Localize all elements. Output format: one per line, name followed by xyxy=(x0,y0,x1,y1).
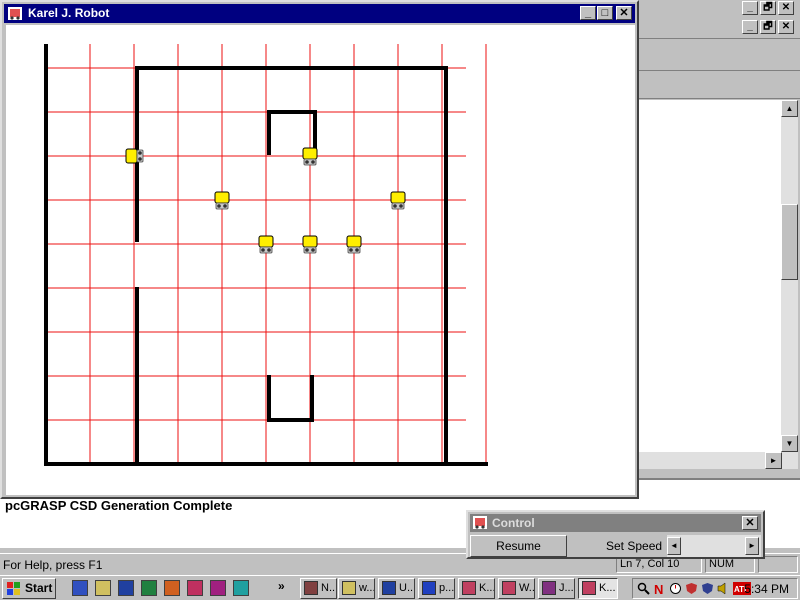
desktop-icon[interactable] xyxy=(72,580,88,596)
taskbar: Start » N... w... U... p... K... W... J... K...… xyxy=(0,575,800,600)
search-icon[interactable] xyxy=(637,582,650,595)
system-tray: N ATI 5:34 PM xyxy=(632,578,798,599)
shield-icon[interactable] xyxy=(701,582,714,595)
ide-frame-controls: _ 🗗 ✕ xyxy=(742,1,794,15)
task-label: K... xyxy=(599,582,616,594)
ide-divider xyxy=(638,38,800,39)
robot xyxy=(258,235,274,254)
resume-button[interactable]: Resume xyxy=(470,535,567,557)
publisher-icon[interactable] xyxy=(210,580,226,596)
output-message: pcGRASP CSD Generation Complete xyxy=(5,498,233,513)
karel-minimize-button[interactable]: _ xyxy=(580,6,596,20)
scroll-up-button[interactable]: ▲ xyxy=(781,100,798,117)
karel-world-canvas xyxy=(6,23,635,495)
speed-label: Set Speed xyxy=(606,539,663,553)
doc-minimize-button[interactable]: _ xyxy=(742,20,758,34)
task-label: W... xyxy=(519,582,535,594)
doc-close-button[interactable]: ✕ xyxy=(778,20,794,34)
robot xyxy=(302,147,318,166)
taskbar-button[interactable]: U... xyxy=(378,578,415,599)
editor-horizontal-scrollbar[interactable]: ► xyxy=(638,452,798,469)
robot xyxy=(214,191,230,210)
karel-titlebar[interactable]: Karel J. Robot _ □ ✕ xyxy=(4,4,635,23)
scroll-thumb[interactable] xyxy=(781,204,798,280)
speed-slider[interactable]: ◄ ► xyxy=(667,535,761,557)
explorer-icon[interactable] xyxy=(95,580,111,596)
task-label: p... xyxy=(439,582,455,594)
control-close-button[interactable]: ✕ xyxy=(742,516,758,530)
virus-shield-icon[interactable] xyxy=(685,582,698,595)
taskbar-button[interactable]: K... xyxy=(458,578,495,599)
task-label: J... xyxy=(559,582,574,594)
taskbar-button[interactable]: p... xyxy=(418,578,455,599)
editor-pane[interactable] xyxy=(638,100,781,452)
karel-close-button[interactable]: ✕ xyxy=(616,6,632,20)
start-label: Start xyxy=(25,581,53,595)
volume-icon[interactable] xyxy=(717,582,730,595)
lower-bracket-wall xyxy=(267,375,314,422)
taskbar-button[interactable]: J... xyxy=(538,578,575,599)
karel-maximize-button[interactable]: □ xyxy=(597,6,613,20)
clock: 5:34 PM xyxy=(744,582,789,596)
karel-app-icon xyxy=(8,7,22,20)
quicklaunch-overflow[interactable]: » xyxy=(278,579,285,593)
karel-world xyxy=(44,23,488,466)
karel-window-title: Karel J. Robot xyxy=(28,6,110,20)
scroll-right-button[interactable]: ► xyxy=(765,452,782,469)
taskbar-button[interactable]: K... xyxy=(578,578,618,599)
control-titlebar[interactable]: Control ✕ xyxy=(470,514,761,532)
task-app-icon xyxy=(582,581,596,595)
task-app-icon xyxy=(342,581,356,595)
control-title: Control xyxy=(492,516,535,530)
task-label: N... xyxy=(321,582,337,594)
task-app-icon xyxy=(422,581,436,595)
norton-icon[interactable]: N xyxy=(653,582,666,595)
ide-minimize-button[interactable]: _ xyxy=(742,1,758,15)
editor-icon[interactable] xyxy=(233,580,249,596)
task-app-icon xyxy=(542,581,556,595)
doc-restore-button[interactable]: 🗗 xyxy=(760,20,776,34)
control-app-icon xyxy=(473,516,487,529)
task-label: K... xyxy=(479,582,495,594)
taskbar-button[interactable]: W... xyxy=(498,578,535,599)
task-app-icon xyxy=(462,581,476,595)
ide-divider xyxy=(638,70,800,71)
karel-window: Karel J. Robot _ □ ✕ xyxy=(0,0,639,499)
task-label: U... xyxy=(399,582,415,594)
walls xyxy=(44,44,488,466)
robot xyxy=(302,235,318,254)
powerpoint-icon[interactable] xyxy=(164,580,180,596)
start-button[interactable]: Start xyxy=(2,578,56,599)
ide-divider xyxy=(638,98,800,99)
control-dialog: Control ✕ Resume Set Speed ◄ ► xyxy=(466,510,765,559)
task-app-icon xyxy=(304,581,318,595)
task-app-icon xyxy=(382,581,396,595)
excel-icon[interactable] xyxy=(141,580,157,596)
robot xyxy=(125,148,144,164)
ide-child-controls: _ 🗗 ✕ xyxy=(742,20,794,34)
speed-decrease-button[interactable]: ◄ xyxy=(667,537,681,555)
windows-logo-icon xyxy=(7,582,20,595)
scroll-down-button[interactable]: ▼ xyxy=(781,435,798,452)
editor-vertical-scrollbar[interactable]: ▲ ▼ xyxy=(781,100,798,452)
robot xyxy=(390,191,406,210)
ide-restore-button[interactable]: 🗗 xyxy=(760,1,776,15)
scheduler-icon[interactable] xyxy=(669,582,682,595)
notepad-icon[interactable] xyxy=(187,580,203,596)
speed-increase-button[interactable]: ► xyxy=(745,537,759,555)
taskbar-button[interactable]: w... xyxy=(338,578,375,599)
ide-close-button[interactable]: ✕ xyxy=(778,1,794,15)
robot xyxy=(346,235,362,254)
task-app-icon xyxy=(502,581,516,595)
word-icon[interactable] xyxy=(118,580,134,596)
taskbar-button[interactable]: N... xyxy=(300,578,337,599)
status-help-text: For Help, press F1 xyxy=(3,558,103,572)
task-label: w... xyxy=(359,582,375,594)
svg-text:N: N xyxy=(654,582,663,595)
